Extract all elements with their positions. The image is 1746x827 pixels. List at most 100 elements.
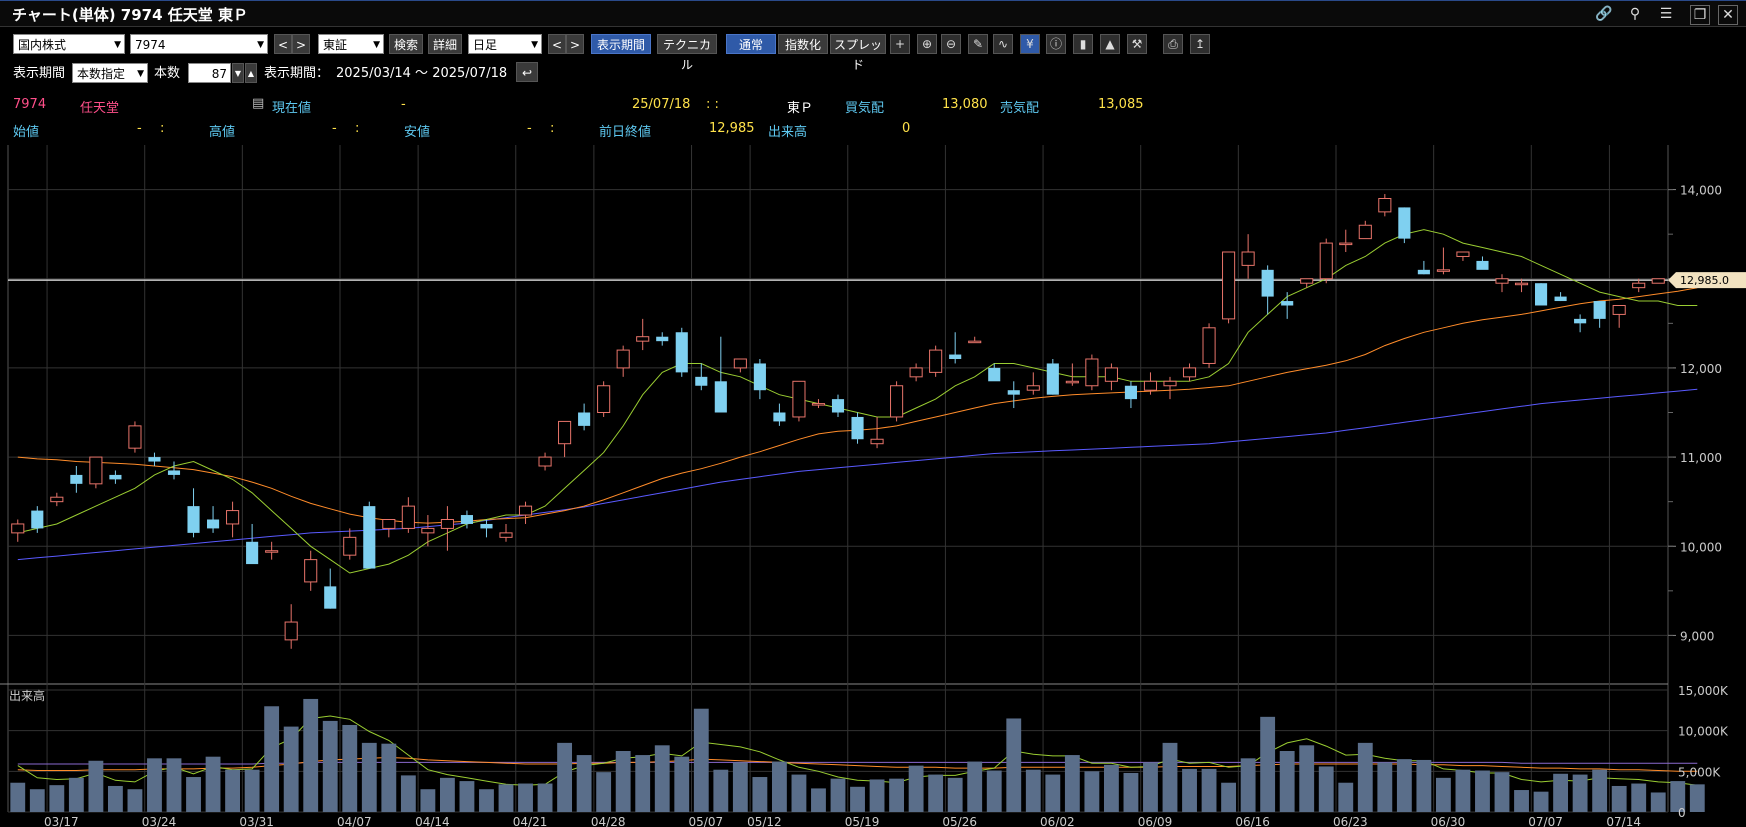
link-icon[interactable]: 🔗 bbox=[1595, 5, 1613, 23]
prev-period-button[interactable]: < bbox=[548, 34, 566, 54]
wrench-icon[interactable]: ⚒ bbox=[1127, 34, 1147, 54]
technical-button[interactable]: テクニカル bbox=[657, 34, 717, 72]
reset-icon[interactable]: ↩ bbox=[516, 62, 538, 82]
volume-bar bbox=[615, 751, 631, 812]
area-chart-icon[interactable]: ▲ bbox=[1100, 34, 1120, 54]
candle-body bbox=[792, 380, 806, 418]
volume-tick-label: 15,000K bbox=[1678, 684, 1729, 698]
price-chart[interactable]: 9,000 10,000 11,000 12,000 13,000 14,000 0 5,00… bbox=[0, 0, 1746, 827]
ma-mid-line bbox=[17, 287, 1698, 524]
yen-icon[interactable]: ¥ bbox=[1020, 34, 1040, 54]
code-input[interactable]: 7974 ▼ bbox=[130, 34, 268, 54]
info-icon[interactable]: ⓘ bbox=[1046, 34, 1066, 54]
candle-body bbox=[460, 515, 473, 524]
volume-bar bbox=[947, 777, 963, 812]
restore-icon[interactable]: ❐ bbox=[1690, 5, 1710, 25]
candle-body bbox=[1339, 242, 1353, 246]
zoom-in-icon[interactable]: ⊕ bbox=[917, 34, 937, 54]
ask-label: 売気配 bbox=[1000, 101, 1040, 116]
candle-body bbox=[1495, 278, 1509, 284]
volume-bar bbox=[635, 755, 651, 812]
volume-bar bbox=[342, 724, 358, 812]
detail-button[interactable]: 詳細 bbox=[428, 34, 462, 54]
candle-body bbox=[733, 358, 747, 369]
candle-body bbox=[636, 336, 650, 342]
normal-mode-button[interactable]: 通常 bbox=[726, 34, 776, 54]
count-down-button[interactable]: ▼ bbox=[232, 63, 244, 83]
pen-icon[interactable]: ✎ bbox=[968, 34, 988, 54]
search-icon[interactable]: ⚲ bbox=[1626, 5, 1644, 23]
candle-icon[interactable]: ▮ bbox=[1073, 34, 1093, 54]
volume-bar bbox=[400, 775, 416, 812]
next-period-button[interactable]: > bbox=[566, 34, 584, 54]
volume-ma-short-line bbox=[17, 715, 1698, 786]
candle-body bbox=[11, 523, 25, 534]
period-type-value: 日足 bbox=[473, 38, 498, 52]
quote-name: 任天堂 bbox=[80, 101, 120, 116]
count-label: 本数 bbox=[154, 66, 181, 81]
candle-body bbox=[597, 385, 611, 413]
zoom-out-icon[interactable]: ⊖ bbox=[941, 34, 961, 54]
candle-body bbox=[70, 474, 83, 484]
volume-bar bbox=[1670, 781, 1686, 812]
volume-bar bbox=[88, 760, 104, 812]
candle-body bbox=[1085, 358, 1099, 387]
search-button[interactable]: 検索 bbox=[389, 34, 423, 54]
index-mode-button[interactable]: 指数化 bbox=[778, 34, 828, 54]
market-select[interactable]: 国内株式 ▼ bbox=[13, 34, 125, 54]
memo-icon[interactable]: ▤ bbox=[252, 96, 264, 111]
date-tick-label: 03/24 bbox=[142, 815, 177, 827]
exchange-select[interactable]: 東証 ▼ bbox=[318, 34, 384, 54]
candle-body bbox=[284, 621, 298, 641]
candle-body bbox=[31, 510, 44, 529]
volume-bar bbox=[381, 743, 397, 812]
crosshair-icon[interactable]: + bbox=[890, 34, 910, 54]
candle-body bbox=[1456, 251, 1470, 257]
candle-body bbox=[675, 332, 688, 373]
bid-label: 買気配 bbox=[845, 101, 885, 116]
volume-bar bbox=[713, 769, 729, 812]
close-icon[interactable]: ✕ bbox=[1718, 5, 1738, 25]
high-value: - bbox=[332, 121, 337, 136]
price-tick-label: 9,000 bbox=[1680, 629, 1714, 643]
chevron-down-icon: ▼ bbox=[137, 69, 144, 79]
date-tick-label: 05/19 bbox=[845, 815, 880, 827]
candle-body bbox=[480, 523, 493, 529]
candle-body bbox=[1281, 301, 1294, 306]
prev-code-button[interactable]: < bbox=[274, 34, 292, 54]
volume-bar bbox=[1025, 769, 1041, 812]
price-tick-label: 12,000 bbox=[1680, 362, 1722, 376]
line-tool-icon[interactable]: ∿ bbox=[993, 34, 1013, 54]
volume-bar bbox=[1357, 742, 1373, 812]
export-icon[interactable]: ↥ bbox=[1190, 34, 1210, 54]
date-tick-label: 04/14 bbox=[415, 815, 450, 827]
display-period-button[interactable]: 表示期間 bbox=[591, 34, 651, 54]
volume-bar bbox=[264, 706, 280, 812]
menu-icon[interactable]: ☰ bbox=[1657, 5, 1675, 23]
spread-mode-button[interactable]: スプレッド bbox=[830, 34, 886, 72]
volume-bar bbox=[1162, 742, 1178, 812]
count-up-button[interactable]: ▲ bbox=[245, 63, 257, 83]
period-label: 表示期間 bbox=[13, 66, 66, 81]
volume-ma-mid-line bbox=[17, 756, 1698, 772]
date-tick-label: 06/30 bbox=[1431, 815, 1466, 827]
date-tick-label: 04/21 bbox=[513, 815, 548, 827]
volume-bar bbox=[1103, 764, 1119, 812]
period-mode-select[interactable]: 本数指定 ▼ bbox=[72, 63, 148, 83]
candle-body bbox=[363, 506, 376, 569]
volume-bar bbox=[1182, 768, 1197, 812]
next-code-button[interactable]: > bbox=[292, 34, 310, 54]
candle-body bbox=[753, 363, 766, 391]
candle-body bbox=[1436, 269, 1450, 272]
candle-body bbox=[1261, 269, 1274, 297]
count-input[interactable]: 87 bbox=[188, 63, 231, 83]
volume-bar bbox=[1514, 790, 1529, 812]
volume-bar bbox=[928, 774, 944, 812]
volume-bar bbox=[439, 777, 455, 812]
volume-bar bbox=[1650, 792, 1666, 812]
chevron-down-icon: ▼ bbox=[114, 40, 121, 50]
print-icon[interactable]: ⎙ bbox=[1163, 34, 1183, 54]
candle-body bbox=[1632, 282, 1646, 289]
ma-short-line bbox=[17, 229, 1698, 574]
period-type-select[interactable]: 日足 ▼ bbox=[468, 34, 542, 54]
